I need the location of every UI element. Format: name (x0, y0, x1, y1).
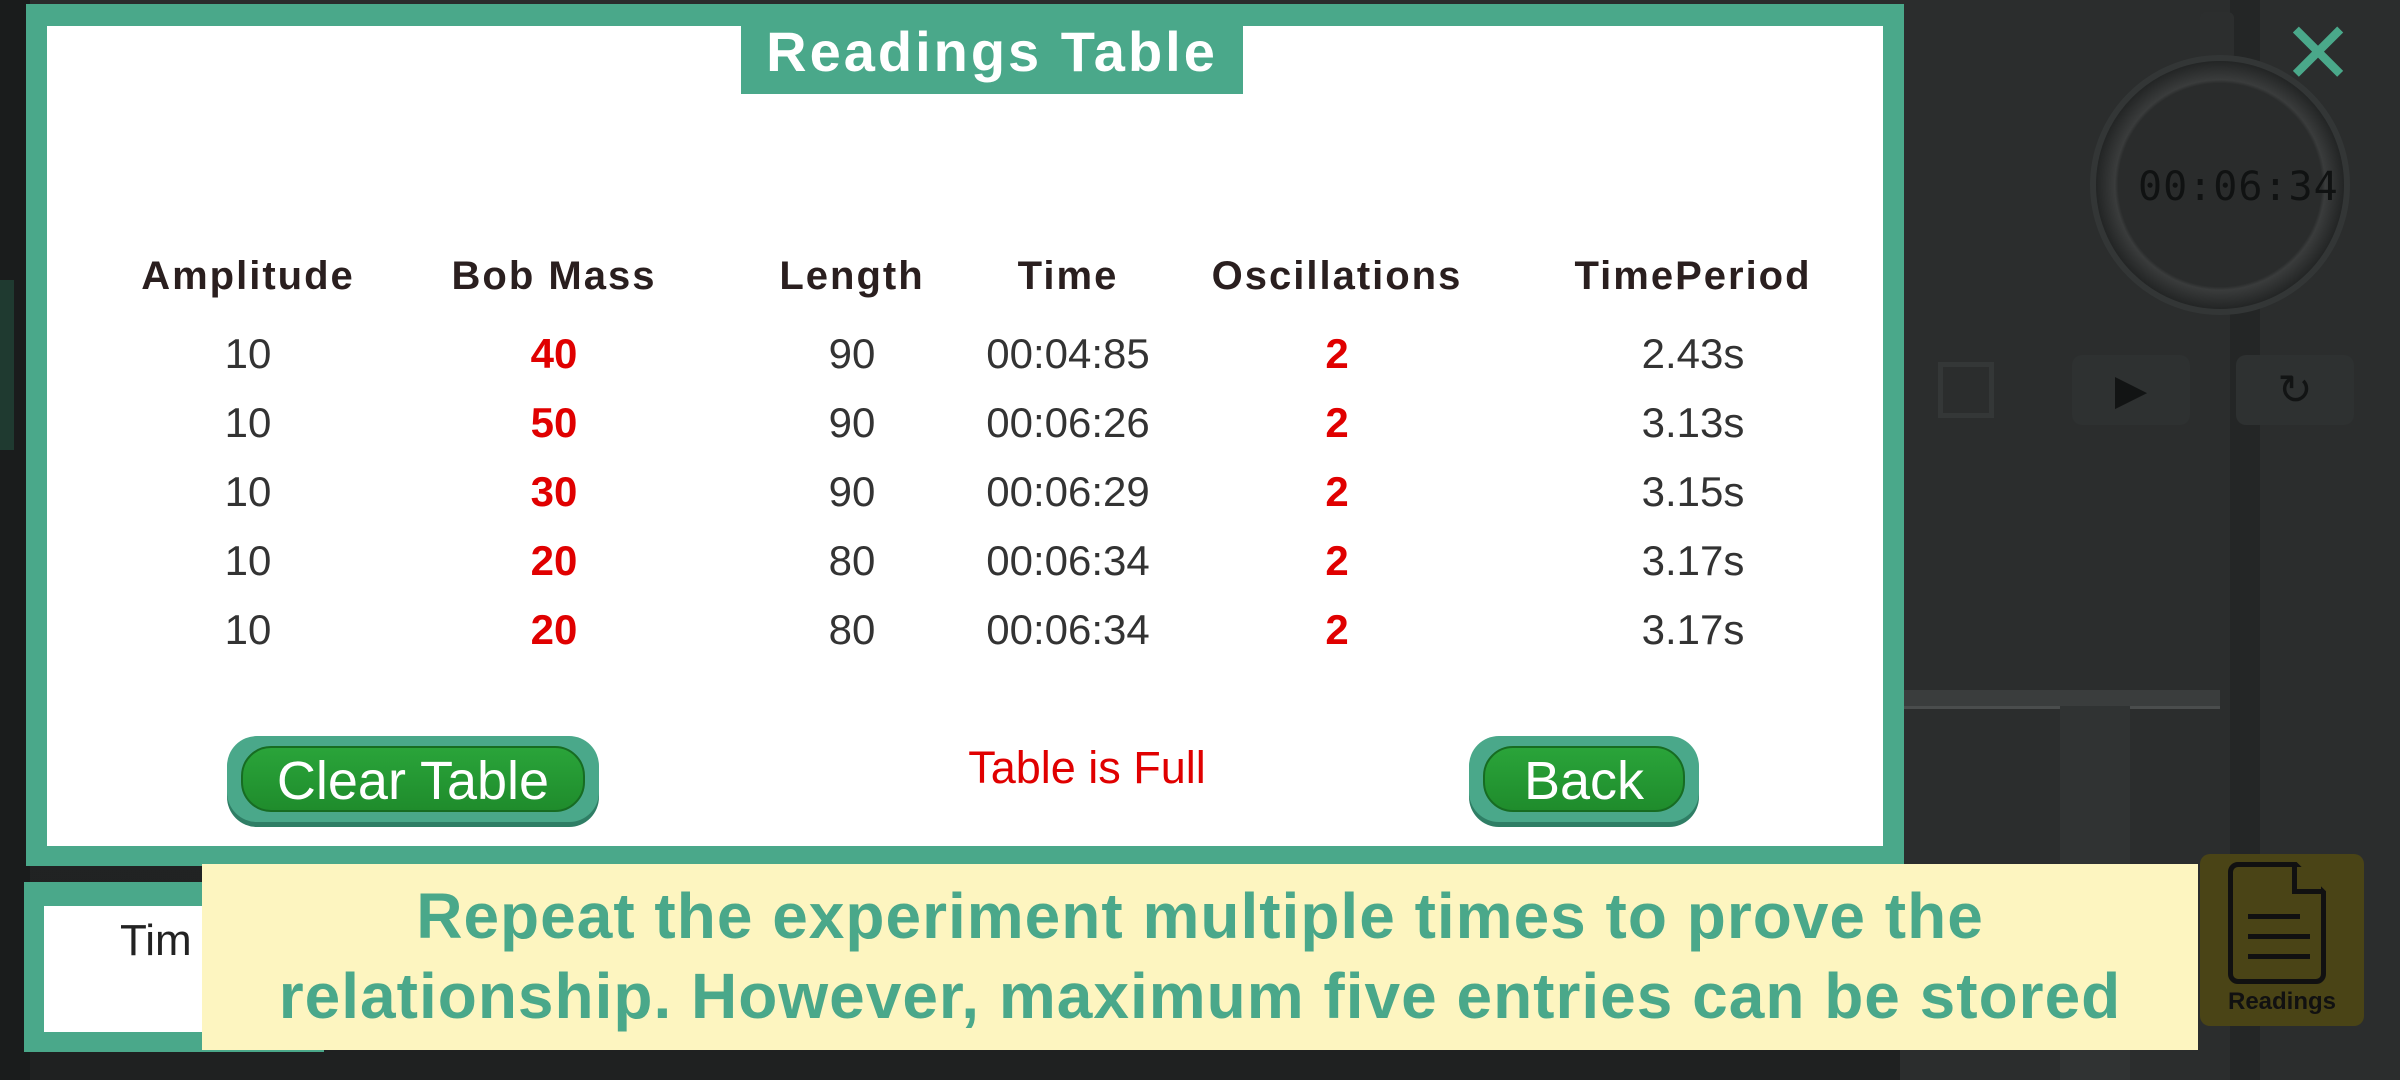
play-button[interactable]: ▶ (2072, 355, 2190, 425)
table-cell-oscillations: 2 (1325, 606, 1349, 653)
document-icon-line (2248, 934, 2310, 939)
table-cell-time: 00:06:34 (986, 537, 1150, 584)
table-cell-timeperiod: 3.17s (1641, 537, 1745, 584)
table-cell-length: 80 (828, 537, 876, 584)
column-header-length: Length (779, 254, 925, 298)
table-cell-amplitude: 10 (224, 606, 272, 653)
table-cell-timeperiod: 3.15s (1641, 468, 1745, 515)
table-cell-length: 90 (828, 399, 876, 446)
clear-table-label: Clear Table (241, 746, 585, 812)
readings-button[interactable]: Readings (2200, 854, 2364, 1026)
document-icon-line (2248, 914, 2300, 919)
readings-modal-body: Amplitude Bob Mass Length Time Oscillati… (47, 26, 1883, 846)
clear-table-button[interactable]: Clear Table (227, 736, 599, 822)
table-cell-amplitude: 10 (224, 537, 272, 584)
table-cell-time: 00:06:26 (986, 399, 1150, 446)
column-header-bob-mass: Bob Mass (451, 254, 657, 298)
column-header-amplitude: Amplitude (141, 254, 355, 298)
table-cell-amplitude: 10 (224, 399, 272, 446)
document-icon-line (2248, 954, 2310, 959)
readings-modal-title: Readings Table (741, 18, 1243, 94)
stopwatch-checkbox[interactable] (1938, 362, 1994, 418)
table-cell-oscillations: 2 (1325, 468, 1349, 515)
table-cell-timeperiod: 3.17s (1641, 606, 1745, 653)
table-cell-bob-mass: 30 (530, 468, 578, 515)
table-cell-length: 80 (828, 606, 876, 653)
background-table (1880, 690, 2220, 709)
reset-button[interactable]: ↻ (2236, 355, 2354, 425)
table-status-text: Table is Full (968, 742, 1206, 793)
table-cell-amplitude: 10 (224, 468, 272, 515)
table-cell-oscillations: 2 (1325, 399, 1349, 446)
back-button[interactable]: Back (1469, 736, 1699, 822)
column-header-timeperiod: TimePeriod (1574, 254, 1812, 298)
table-cell-timeperiod: 3.13s (1641, 399, 1745, 446)
instruction-banner: Repeat the experiment multiple times to … (202, 864, 2198, 1050)
back-label: Back (1483, 746, 1685, 812)
readings-modal: Amplitude Bob Mass Length Time Oscillati… (26, 4, 1904, 866)
instruction-line-1: Repeat the experiment multiple times to … (416, 880, 1984, 952)
table-cell-length: 90 (828, 330, 876, 377)
app-stage: 00:06:34 ▶ ↻ ✕ Tim Amplitude Bob Mass Le… (0, 0, 2400, 1080)
readings-button-label: Readings (2227, 988, 2337, 1015)
table-cell-timeperiod: 2.43s (1641, 330, 1745, 377)
column-header-oscillations: Oscillations (1211, 254, 1463, 298)
table-cell-length: 90 (828, 468, 876, 515)
table-cell-bob-mass: 20 (530, 606, 578, 653)
play-icon: ▶ (2114, 366, 2148, 413)
stopwatch-crown (2200, 12, 2234, 60)
table-cell-bob-mass: 50 (530, 399, 578, 446)
document-icon-fold (2292, 864, 2322, 894)
table-cell-time: 00:06:29 (986, 468, 1150, 515)
background-left-accent (0, 280, 14, 450)
table-cell-amplitude: 10 (224, 330, 272, 377)
table-cell-oscillations: 2 (1325, 330, 1349, 377)
reset-icon: ↻ (2277, 366, 2313, 413)
close-icon[interactable]: ✕ (2282, 11, 2354, 97)
stopwatch-time: 00:06:34 (2138, 164, 2339, 210)
instruction-line-2: relationship. However, maximum five entr… (278, 960, 2122, 1032)
table-cell-time: 00:06:34 (986, 606, 1150, 653)
table-cell-oscillations: 2 (1325, 537, 1349, 584)
column-header-time: Time (1017, 254, 1119, 298)
table-cell-bob-mass: 40 (530, 330, 578, 377)
table-cell-time: 00:04:85 (986, 330, 1150, 377)
table-cell-bob-mass: 20 (530, 537, 578, 584)
